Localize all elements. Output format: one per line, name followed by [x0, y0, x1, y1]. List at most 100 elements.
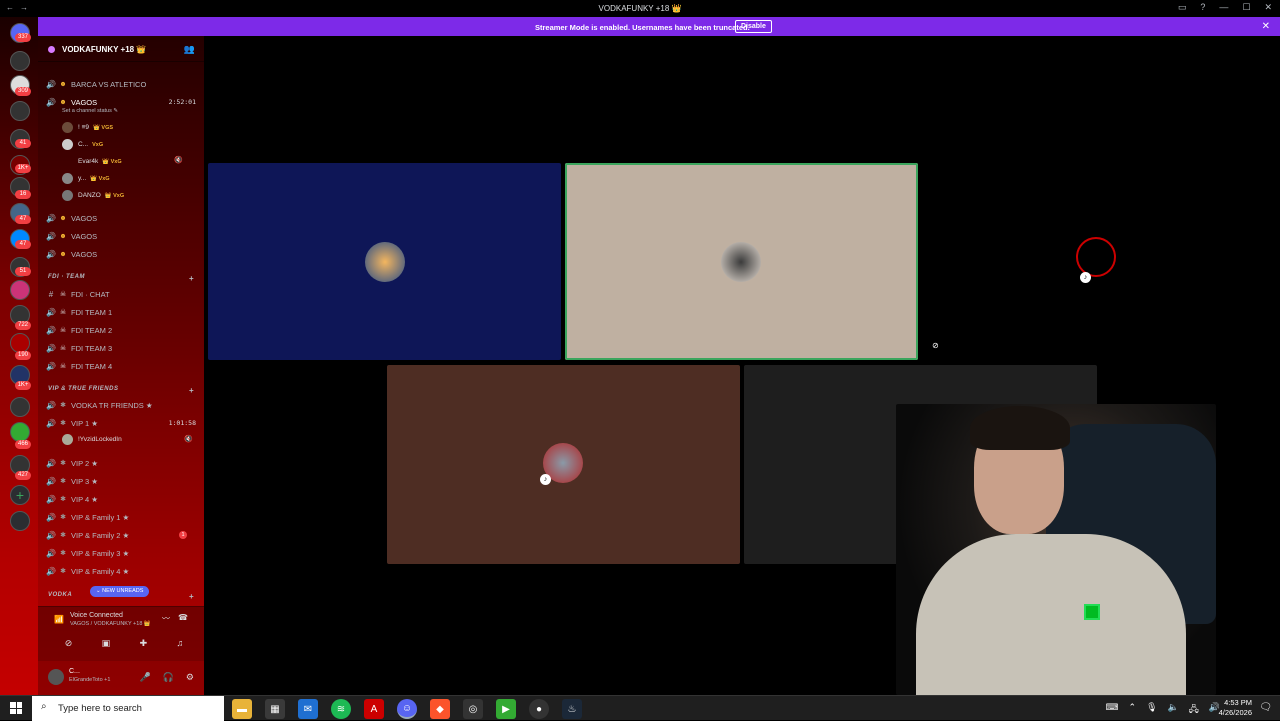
- close-window-button[interactable]: ✕: [1264, 2, 1272, 13]
- app-icon[interactable]: ▶: [496, 699, 516, 719]
- activities-icon[interactable]: ✚: [140, 638, 148, 649]
- call-duration: 2:52:01: [168, 98, 196, 106]
- server-icon[interactable]: [10, 422, 30, 442]
- new-unreads-button[interactable]: ⌄ NEW UNREADS: [90, 586, 150, 597]
- windows-start-icon[interactable]: [10, 702, 22, 714]
- server-icon[interactable]: [10, 397, 30, 417]
- disable-streamer-mode-button[interactable]: Disable: [735, 20, 772, 33]
- voice-user[interactable]: C... VxG: [62, 137, 103, 152]
- notifications-icon[interactable]: 🗨: [1259, 702, 1272, 713]
- voice-channel[interactable]: 🔊 ✱ VIP 4 ★: [44, 491, 198, 507]
- chevron-up-icon[interactable]: ⌃: [1129, 702, 1137, 718]
- steam-icon[interactable]: ♨: [562, 699, 582, 719]
- voice-channel[interactable]: 🔊 ✱ VIP 2 ★: [44, 455, 198, 471]
- participant-tile[interactable]: [208, 163, 561, 360]
- taskbar-clock[interactable]: 4:53 PM 4/26/2026: [1219, 698, 1252, 718]
- speaker-icon: 🔊: [46, 361, 56, 371]
- spotify-icon[interactable]: ≋: [331, 699, 351, 719]
- voice-user[interactable]: y... 👑 VxG: [62, 171, 110, 186]
- add-server-icon[interactable]: +: [10, 485, 30, 505]
- username: ! ≡9: [78, 124, 90, 131]
- category-vip[interactable]: VIP & TRUE FRIENDS +: [48, 386, 194, 395]
- outlook-icon[interactable]: ✉: [298, 699, 318, 719]
- soundboard-icon[interactable]: ♫: [177, 638, 184, 649]
- invite-people-icon[interactable]: 👥: [184, 44, 195, 55]
- participant-tile-speaking[interactable]: [565, 163, 918, 360]
- server-icon[interactable]: [10, 101, 30, 121]
- avatar[interactable]: [48, 669, 64, 685]
- store-icon[interactable]: ▦: [265, 699, 285, 719]
- voice-channel[interactable]: 🔊 ☻ BARCA VS ATLETICO: [44, 76, 198, 92]
- voice-channel[interactable]: 🔊 ✱ VIP & Family 1 ★: [44, 509, 198, 525]
- voice-user[interactable]: !YvzidLockedIn: [62, 432, 122, 447]
- file-explorer-icon[interactable]: ▬: [232, 699, 252, 719]
- app-icon[interactable]: A: [364, 699, 384, 719]
- server-icon[interactable]: [10, 280, 30, 300]
- signal-icon[interactable]: 📶: [54, 615, 64, 624]
- voice-channel[interactable]: 🔊 ☠ FDI TEAM 1: [44, 304, 198, 320]
- create-channel-icon[interactable]: +: [189, 386, 194, 395]
- screen-share-icon[interactable]: ▭: [1178, 2, 1187, 13]
- skull-icon: ☠: [59, 327, 67, 334]
- webcam-overlay: [896, 404, 1216, 695]
- screen-share-icon[interactable]: ▣: [102, 638, 111, 649]
- category-vodka[interactable]: VODKA +: [48, 592, 194, 601]
- app-icon[interactable]: ◎: [463, 699, 483, 719]
- voice-channel[interactable]: 🔊 ✱ VIP 3 ★: [44, 473, 198, 489]
- microphone-icon[interactable]: 🎙: [1146, 702, 1157, 718]
- voice-channel[interactable]: 🔊 ☠ FDI TEAM 4: [44, 358, 198, 374]
- user-status: ElGrandeToto +1: [69, 677, 111, 683]
- unread-badge: 1K+: [15, 164, 31, 173]
- camera-off-icon[interactable]: ⊘: [65, 638, 73, 649]
- disconnect-icon[interactable]: ☎: [178, 613, 188, 622]
- minimize-button[interactable]: —: [1219, 2, 1228, 13]
- help-icon[interactable]: ?: [1200, 2, 1205, 13]
- close-banner-icon[interactable]: ✕: [1262, 21, 1270, 32]
- obs-icon[interactable]: ●: [529, 699, 549, 719]
- create-channel-icon[interactable]: +: [189, 274, 194, 283]
- user-tag: 👑 VGS: [93, 124, 114, 131]
- create-channel-icon[interactable]: +: [189, 592, 194, 601]
- explore-servers-icon[interactable]: [10, 511, 30, 531]
- microphone-icon[interactable]: 🎤: [139, 672, 150, 683]
- keyboard-icon[interactable]: ⌨: [1106, 702, 1119, 718]
- voice-channel[interactable]: 🔊 ☻ VAGOS: [44, 210, 198, 226]
- muted-icon: 🔇: [184, 436, 193, 443]
- settings-gear-icon[interactable]: ⚙: [186, 672, 194, 683]
- voice-channel[interactable]: 🔊 ✱ VIP 1 ★ 1:01:58: [44, 415, 198, 431]
- voice-channel[interactable]: 🔊 ☻ VAGOS: [44, 246, 198, 262]
- unread-badge: 16: [15, 190, 31, 199]
- voice-channel[interactable]: 🔊 ✱ VIP & Family 2 ★ 1: [44, 527, 198, 543]
- streamer-shirt: [916, 534, 1186, 695]
- voice-user[interactable]: ! ≡9 👑 VGS: [62, 120, 113, 135]
- voice-channel[interactable]: 🔊 ☠ FDI TEAM 3: [44, 340, 198, 356]
- server-icon[interactable]: [10, 51, 30, 71]
- category-fdi[interactable]: FDI · TEAM +: [48, 274, 194, 283]
- noise-suppression-icon[interactable]: 〰: [162, 613, 170, 624]
- participant-tile[interactable]: ♪: [922, 163, 1275, 360]
- voice-user[interactable]: DANZO 👑 VxG: [62, 188, 124, 203]
- voice-channel[interactable]: 🔊 ✱ VIP & Family 3 ★: [44, 545, 198, 561]
- voice-channel[interactable]: 🔊 ☠ FDI TEAM 2: [44, 322, 198, 338]
- discord-icon[interactable]: ☺: [397, 699, 417, 719]
- brave-browser-icon[interactable]: ◆: [430, 699, 450, 719]
- headphones-icon[interactable]: 🎧: [163, 672, 174, 683]
- voice-channel[interactable]: 🔊 ✱ VIP & Family 4 ★: [44, 563, 198, 579]
- stream-icon[interactable]: ⊘: [932, 341, 939, 350]
- text-channel[interactable]: # ☠ FDI · CHAT: [44, 286, 198, 302]
- banner-text: Streamer Mode is enabled. Usernames have…: [535, 23, 750, 32]
- voice-user[interactable]: Evar4k 👑 VxG: [62, 154, 122, 169]
- speaker-icon[interactable]: 🔈: [1168, 702, 1179, 718]
- server-icon[interactable]: [10, 333, 30, 353]
- network-icon[interactable]: 🖧: [1189, 702, 1199, 718]
- guild-header[interactable]: VODKAFUNKY +18 👑 👥: [38, 36, 204, 62]
- voice-channel[interactable]: 🔊 ✱ VODKA TR FRIENDS ★: [44, 397, 198, 413]
- channel-status[interactable]: Set a channel status ✎: [62, 108, 118, 114]
- participant-tile[interactable]: ♪: [387, 365, 740, 564]
- voice-channel[interactable]: 🔊 ☻ VAGOS: [44, 228, 198, 244]
- taskbar-search[interactable]: ⌕ Type here to search: [32, 696, 224, 721]
- voice-channel-path[interactable]: VAGOS / VODKAFUNKY +18 👑: [70, 621, 151, 627]
- maximize-button[interactable]: ☐: [1242, 2, 1250, 13]
- unread-badge: 47: [15, 240, 31, 249]
- emoji-icon: ☻: [59, 232, 67, 240]
